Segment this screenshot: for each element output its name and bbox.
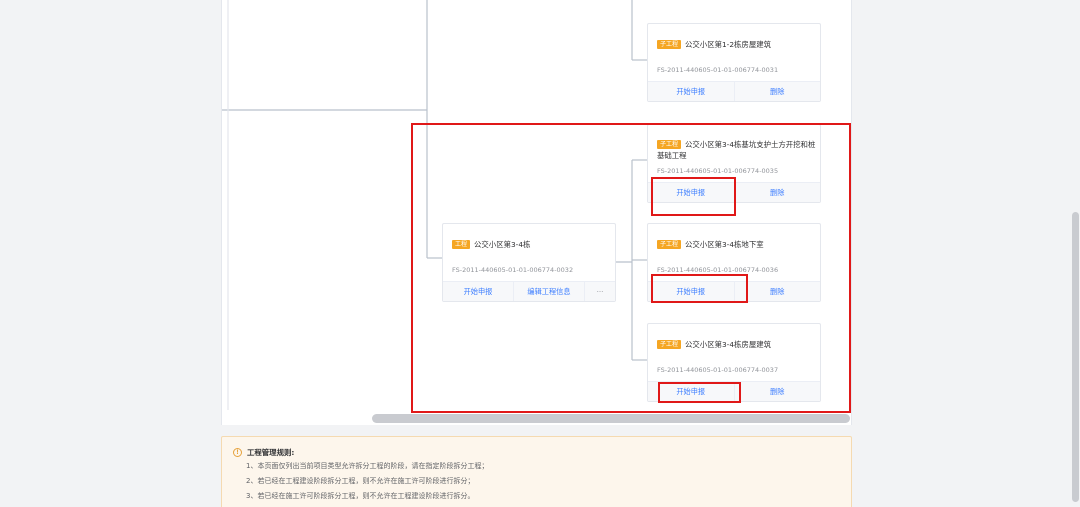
sub-project-card: 子工程 公交小区第1-2栋房屋建筑 FS-2011-440605-01-01-00… <box>647 23 821 102</box>
rule-item: 1、本页面仅列出当前项目类型允许拆分工程的阶段，请在指定阶段拆分工程； <box>246 462 489 470</box>
rules-notice: ! 工程管理规则: 1、本页面仅列出当前项目类型允许拆分工程的阶段，请在指定阶段… <box>221 436 852 507</box>
highlight-start-declare <box>658 382 741 403</box>
project-code: FS-2011-440605-01-01-006774-0031 <box>657 66 779 74</box>
card-actions: 开始申报 删除 <box>648 81 820 101</box>
card-title: 子工程 公交小区第1-2栋房屋建筑 <box>657 39 817 50</box>
page: 子工程 公交小区第1-2栋房屋建筑 FS-2011-440605-01-01-00… <box>0 0 1080 507</box>
notice-title: ! 工程管理规则: <box>233 447 294 458</box>
highlight-region <box>411 123 851 413</box>
vertical-scrollbar[interactable] <box>1072 212 1079 502</box>
info-icon: ! <box>233 448 242 457</box>
rule-item: 3、若已经在施工许可阶段拆分工程，则不允许在工程建设阶段进行拆分。 <box>246 492 475 500</box>
highlight-start-declare <box>651 177 736 216</box>
sub-project-badge: 子工程 <box>657 40 682 49</box>
delete-button[interactable]: 删除 <box>735 82 821 101</box>
highlight-start-declare <box>651 274 748 303</box>
rule-item: 2、若已经在工程建设阶段拆分工程，则不允许在施工许可阶段进行拆分； <box>246 477 475 485</box>
horizontal-scrollbar[interactable] <box>372 414 850 423</box>
start-declare-button[interactable]: 开始申报 <box>648 82 735 101</box>
